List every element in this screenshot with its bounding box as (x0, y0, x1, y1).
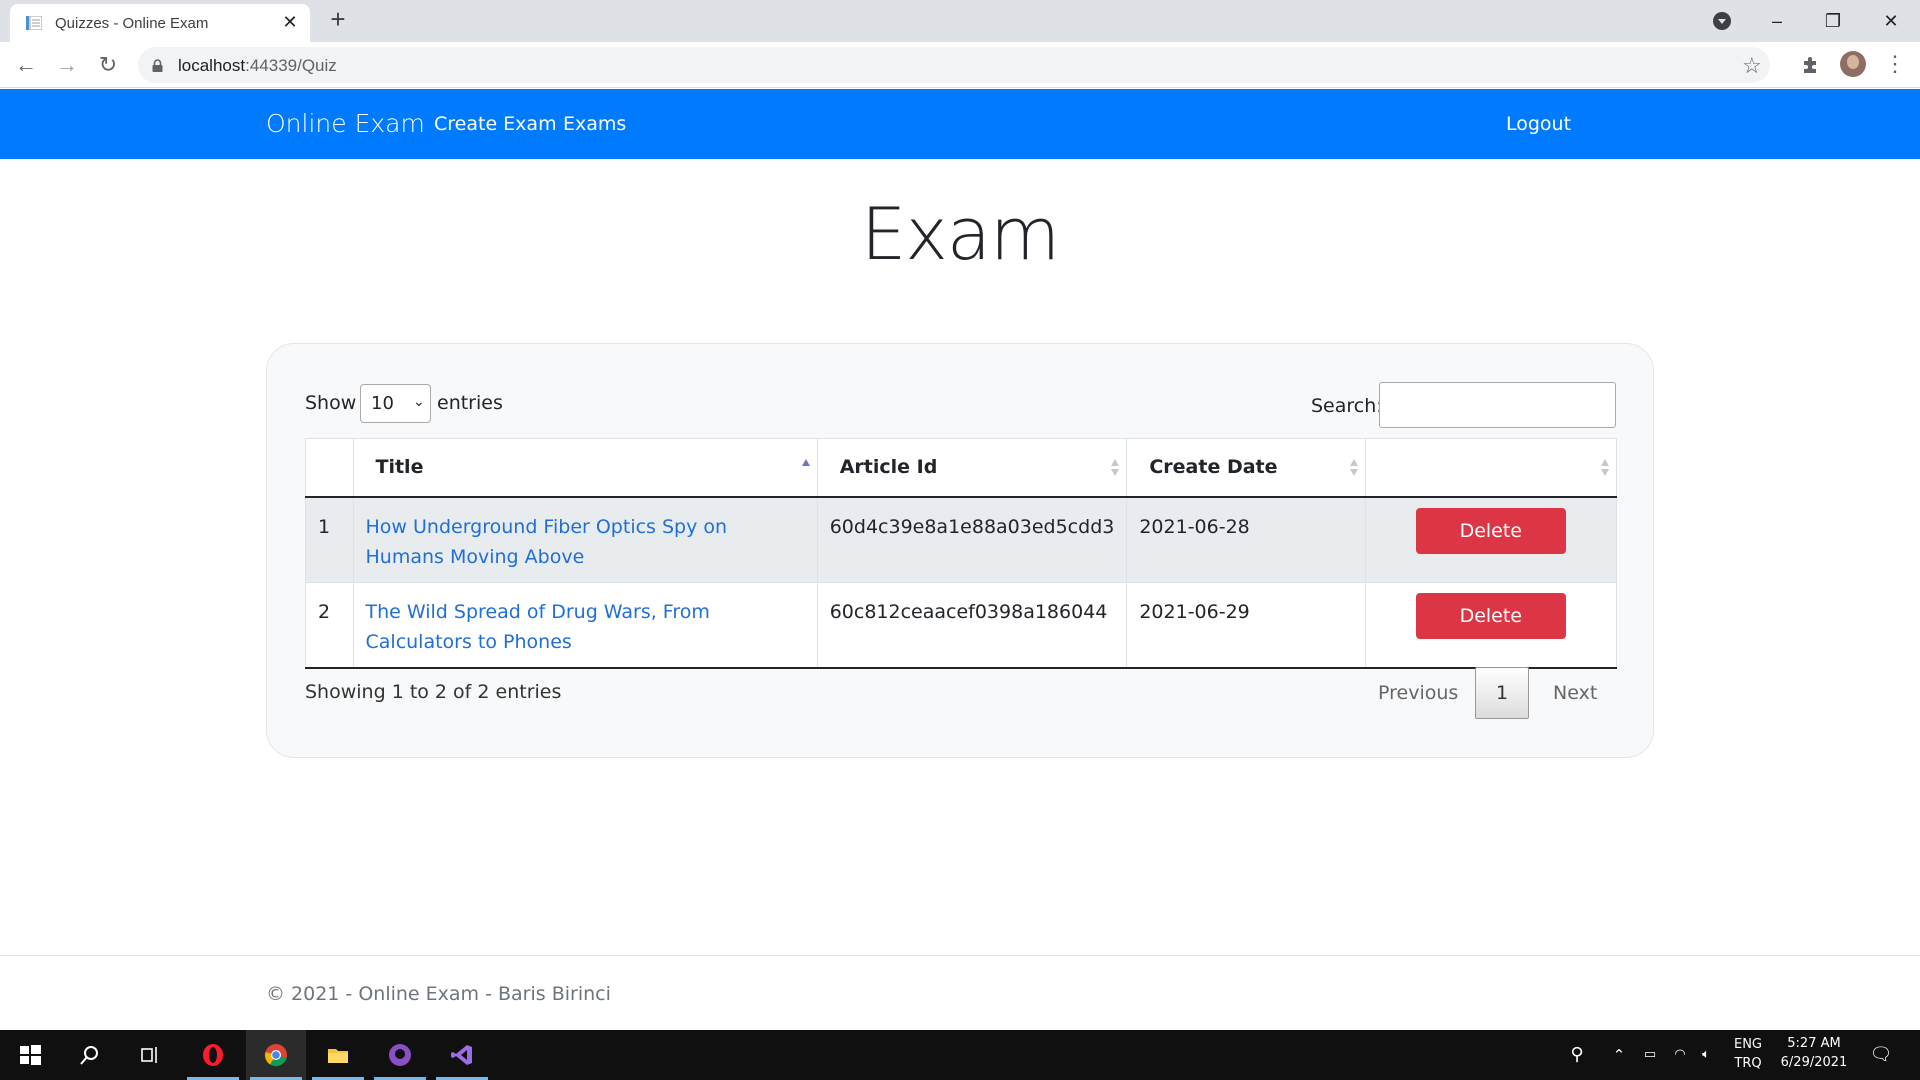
back-icon[interactable]: ← (12, 51, 40, 79)
wifi-icon[interactable]: ◠ (1668, 1030, 1692, 1080)
sort-both-icon (1111, 459, 1120, 477)
exam-title-link[interactable]: How Underground Fiber Optics Spy on Huma… (366, 516, 728, 568)
url-host: localhost (178, 56, 246, 75)
page-title: Exam (860, 192, 1060, 276)
app-navbar: Online Exam Create Exam Exams Logout (0, 89, 1920, 159)
sort-both-icon (1349, 459, 1359, 477)
pagination-page-1[interactable]: 1 (1475, 667, 1529, 719)
column-header-article-id-label: Article Id (839, 456, 938, 479)
table-row: 2 The Wild Spread of Drug Wars, From Cal… (305, 582, 1618, 669)
people-icon[interactable]: ⚲ (1562, 1030, 1592, 1080)
action-center-icon[interactable]: 🗨︎ (1866, 1030, 1896, 1080)
nav-create-exam[interactable]: Create Exam (434, 113, 557, 135)
keyboard-layout: TRQ (1734, 1056, 1762, 1071)
tab-close-icon[interactable]: ✕ (280, 12, 300, 32)
taskbar-search[interactable] (60, 1030, 120, 1080)
clock-time: 5:27 AM (1787, 1036, 1841, 1051)
tab-search-icon[interactable] (1713, 12, 1731, 30)
exams-table-card: Show 10 ⌄ entries Search: Title Article … (266, 343, 1654, 758)
reload-icon[interactable]: ↻ (94, 51, 122, 79)
tab-title: Quizzes - Online Exam (55, 15, 209, 32)
new-tab-icon[interactable]: + (326, 6, 350, 32)
page-length-value: 10 (371, 393, 394, 414)
search-input[interactable] (1379, 382, 1616, 428)
search-icon (80, 1046, 98, 1065)
lock-icon (152, 59, 163, 72)
sort-both-icon (1601, 459, 1610, 477)
battery-icon[interactable]: ▭ (1638, 1030, 1662, 1080)
table-info: Showing 1 to 2 of 2 entries (305, 681, 562, 703)
url-path: :44339/Quiz (245, 56, 337, 75)
github-icon (389, 1044, 411, 1066)
address-bar[interactable]: localhost:44339/Quiz ☆ (138, 47, 1770, 83)
show-label: Show (305, 392, 357, 414)
column-header-create-date-label: Create Date (1149, 456, 1278, 479)
taskbar-chrome[interactable] (246, 1030, 306, 1080)
entries-label: entries (437, 392, 503, 414)
article-id-cell: 60c812ceaacef0398a186044 (816, 582, 1128, 669)
column-header-title[interactable]: Title (352, 438, 818, 498)
create-date-cell: 2021-06-28 (1126, 496, 1366, 583)
footer-divider (0, 955, 1920, 956)
delete-button[interactable]: Delete (1415, 592, 1566, 639)
chevron-down-icon: ⌄ (413, 393, 425, 409)
extensions-puzzle-icon[interactable] (1800, 53, 1822, 75)
url-text: localhost:44339/Quiz (178, 56, 337, 76)
exams-table: Title Article Id Create Date 1 How Under… (305, 438, 1618, 669)
task-view[interactable] (120, 1030, 180, 1080)
browser-menu-icon[interactable]: ⋮ (1884, 52, 1906, 76)
chrome-browser-icon (264, 1044, 287, 1067)
input-language[interactable]: ENG TRQ (1730, 1030, 1766, 1080)
profile-avatar[interactable] (1840, 51, 1866, 77)
sort-ascending-icon (801, 459, 811, 477)
pagination-next[interactable]: Next (1553, 682, 1597, 704)
windows-logo-icon (20, 1045, 41, 1065)
table-header-row: Title Article Id Create Date (305, 438, 1618, 498)
minimize-icon[interactable]: – (1762, 6, 1792, 36)
visual-studio-icon (451, 1045, 472, 1065)
pagination-previous[interactable]: Previous (1378, 682, 1458, 704)
bookmark-star-icon[interactable]: ☆ (1742, 53, 1762, 79)
article-id-cell: 60d4c39e8a1e88a03ed5cdd3 (816, 496, 1128, 583)
taskbar-opera[interactable] (183, 1030, 243, 1080)
column-header-create-date[interactable]: Create Date (1126, 438, 1366, 498)
browser-tabstrip: Quizzes - Online Exam ✕ + – ❐ ✕ (0, 0, 1920, 42)
logout-link[interactable]: Logout (1506, 113, 1571, 135)
delete-button[interactable]: Delete (1415, 507, 1566, 554)
windows-taskbar: ⚲ ⌃ ▭ ◠ 🔈︎ ENG TRQ 5:27 AM 6/29/2021 🗨︎ (0, 1030, 1920, 1080)
browser-tab[interactable]: Quizzes - Online Exam ✕ (10, 4, 310, 42)
search-label: Search: (1311, 395, 1383, 417)
create-date-cell: 2021-06-29 (1126, 582, 1366, 669)
volume-icon[interactable]: 🔈︎ (1694, 1030, 1718, 1080)
exam-title-link[interactable]: The Wild Spread of Drug Wars, From Calcu… (366, 601, 710, 653)
column-header-index (305, 438, 354, 498)
close-window-icon[interactable]: ✕ (1876, 6, 1906, 36)
page-favicon-icon (26, 16, 42, 30)
restore-icon[interactable]: ❐ (1818, 6, 1848, 36)
opera-browser-icon (203, 1044, 223, 1066)
start-button[interactable] (0, 1030, 60, 1080)
row-index: 1 (305, 496, 354, 583)
row-index: 2 (305, 582, 354, 669)
footer-text: © 2021 - Online Exam - Baris Birinci (266, 983, 611, 1005)
clock[interactable]: 5:27 AM 6/29/2021 (1772, 1030, 1856, 1080)
clock-date: 6/29/2021 (1780, 1055, 1848, 1070)
taskbar-github-desktop[interactable] (370, 1030, 430, 1080)
taskbar-visual-studio[interactable] (432, 1030, 492, 1080)
column-header-article-id[interactable]: Article Id (816, 438, 1128, 498)
language-code: ENG (1733, 1037, 1762, 1052)
folder-icon (328, 1049, 348, 1063)
brand-link[interactable]: Online Exam (266, 109, 425, 138)
page-length-select[interactable]: 10 ⌄ (360, 384, 431, 423)
show-hidden-icons-icon[interactable]: ⌃ (1608, 1030, 1630, 1080)
browser-toolbar: ← → ↻ localhost:44339/Quiz ☆ ⋮ (0, 42, 1920, 88)
column-header-actions[interactable] (1364, 438, 1618, 498)
column-header-title-label: Title (375, 456, 424, 479)
taskbar-file-explorer[interactable] (308, 1030, 368, 1080)
table-row: 1 How Underground Fiber Optics Spy on Hu… (305, 496, 1618, 583)
forward-icon[interactable]: → (53, 51, 81, 79)
task-view-icon (141, 1047, 157, 1063)
nav-exams[interactable]: Exams (563, 113, 626, 135)
